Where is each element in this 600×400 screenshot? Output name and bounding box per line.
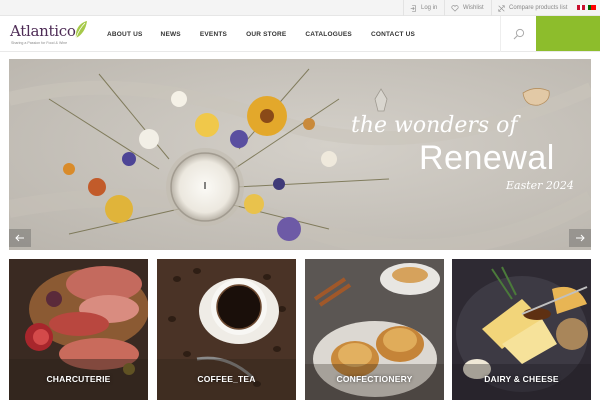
category-tile-dairy-cheese[interactable]: DAIRY & CHEESE — [452, 259, 591, 400]
english-flag-icon[interactable] — [577, 5, 585, 10]
search-button[interactable] — [500, 16, 536, 52]
login-icon — [410, 4, 416, 12]
slider-next-button[interactable] — [569, 229, 591, 247]
category-label: DAIRY & CHEESE — [484, 374, 559, 384]
banner-subtitle: Easter 2024 — [506, 179, 574, 192]
compare-label: Compare products list — [509, 5, 568, 11]
category-label: CHARCUTERIE — [46, 374, 111, 384]
hero-banner[interactable]: the wonders of Renewal Easter 2024 — [9, 59, 591, 250]
main-header: Atlantico Sharing a Passion for Food & W… — [0, 16, 600, 52]
nav-catalogues[interactable]: CATALOGUES — [305, 31, 352, 38]
category-tile-coffee-tea[interactable]: COFFEE_TEA — [157, 259, 296, 400]
nav-contact-us[interactable]: CONTACT US — [371, 31, 415, 38]
logo[interactable]: Atlantico Sharing a Passion for Food & W… — [10, 21, 90, 48]
nav-news[interactable]: NEWS — [161, 31, 181, 38]
compare-link[interactable]: Compare products list — [491, 0, 567, 16]
wishlist-link[interactable]: Wishlist — [444, 0, 484, 16]
language-switcher — [577, 5, 596, 10]
search-icon — [513, 28, 524, 40]
top-utility-bar: Log in Wishlist Compare products list — [0, 0, 600, 16]
arrow-left-icon — [15, 234, 24, 242]
category-label: CONFECTIONERY — [336, 374, 413, 384]
nav-about-us[interactable]: ABOUT US — [107, 31, 143, 38]
logo-leaf-icon — [75, 21, 87, 39]
main-navigation: ABOUT US NEWS EVENTS OUR STORE CATALOGUE… — [98, 16, 415, 52]
heart-icon — [451, 4, 459, 12]
category-tile-confectionery[interactable]: CONFECTIONERY — [305, 259, 444, 400]
category-tile-charcuterie[interactable]: CHARCUTERIE — [9, 259, 148, 400]
portuguese-flag-icon[interactable] — [588, 5, 596, 10]
cart-button[interactable] — [536, 16, 600, 51]
login-label: Log in — [421, 5, 438, 11]
compare-icon — [498, 4, 505, 12]
category-label: COFFEE_TEA — [197, 374, 256, 384]
logo-tagline: Sharing a Passion for Food & Wine — [11, 41, 68, 45]
arrow-right-icon — [576, 234, 585, 242]
slider-prev-button[interactable] — [9, 229, 31, 247]
nav-events[interactable]: EVENTS — [200, 31, 227, 38]
login-link[interactable]: Log in — [403, 0, 437, 16]
logo-name: Atlantico — [10, 22, 76, 40]
nav-our-store[interactable]: OUR STORE — [246, 31, 286, 38]
banner-title-line-2: Renewal — [419, 139, 555, 177]
wishlist-label: Wishlist — [463, 5, 484, 11]
banner-title-line-1: the wonders of — [351, 113, 518, 138]
